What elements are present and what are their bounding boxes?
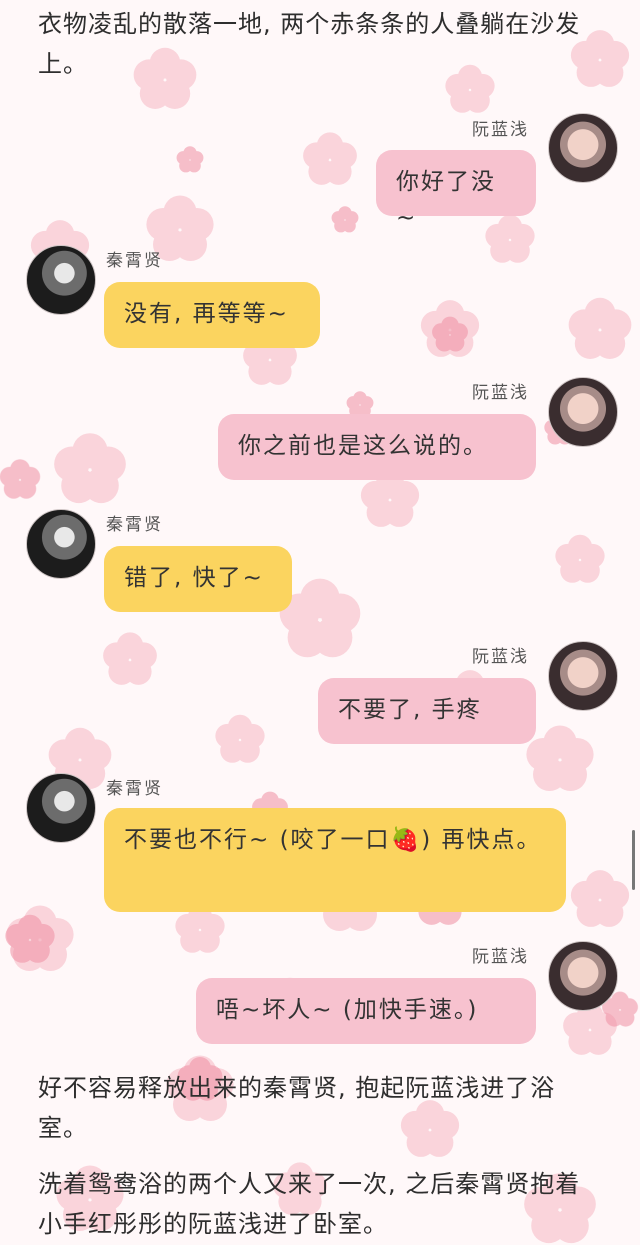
sender-name: 秦霄贤 [106, 779, 163, 799]
narration-paragraph: 衣物凌乱的散落一地, 两个赤条条的人叠躺在沙发上。 [38, 10, 581, 78]
narration-paragraph: 洗着鸳鸯浴的两个人又来了一次, 之后秦霄贤抱着小手红彤彤的阮蓝浅进了卧室。 [38, 1170, 581, 1238]
chat-bubble: 错了, 快了~ [104, 546, 292, 612]
sender-name: 秦霄贤 [106, 515, 163, 535]
avatar-ruan-lanqian[interactable] [548, 941, 618, 1011]
chat-bubble: 不要了, 手疼 [318, 678, 536, 744]
sender-name: 阮蓝浅 [472, 947, 529, 967]
avatar-ruan-lanqian[interactable] [548, 113, 618, 183]
avatar-qin-xiaoxian[interactable] [26, 245, 96, 315]
floral-background [0, 30, 638, 1244]
avatar-ruan-lanqian[interactable] [548, 377, 618, 447]
sender-name: 秦霄贤 [106, 251, 163, 271]
sender-name: 阮蓝浅 [472, 647, 529, 667]
avatar-qin-xiaoxian[interactable] [26, 509, 96, 579]
avatar-qin-xiaoxian[interactable] [26, 773, 96, 843]
avatar-ruan-lanqian[interactable] [548, 641, 618, 711]
chat-bubble: 没有, 再等等~ [104, 282, 320, 348]
chat-bubble: 你之前也是这么说的。 [218, 414, 536, 480]
sender-name: 阮蓝浅 [472, 120, 529, 140]
chat-bubble: 你好了没~ [376, 150, 536, 231]
narration-paragraph: 好不容易释放出来的秦霄贤, 抱起阮蓝浅进了浴室。 [38, 1074, 556, 1142]
chat-bubble: 唔~坏人~ (加快手速。) [196, 978, 536, 1044]
chat-bubble: 不要也不行~ (咬了一口🍓) 再快点。 [104, 808, 566, 912]
sender-name: 阮蓝浅 [472, 383, 529, 403]
